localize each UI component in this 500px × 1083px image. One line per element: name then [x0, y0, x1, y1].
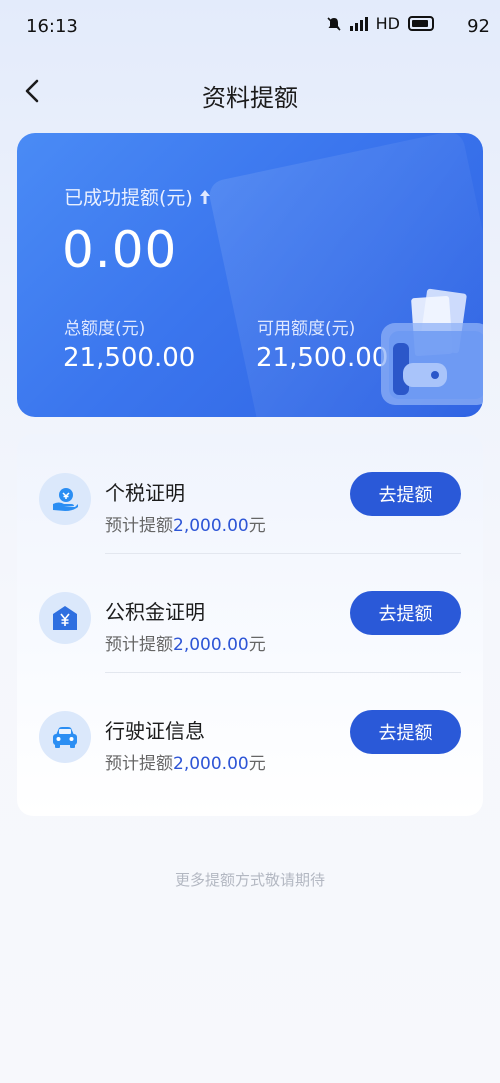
battery-icon — [408, 16, 434, 31]
estimate-unit: 元 — [248, 754, 266, 774]
signal-icon — [349, 16, 368, 31]
battery-level: 92 — [467, 16, 490, 37]
item-title: 行驶证信息 — [105, 719, 205, 743]
item-estimate: 预计提额2,000.00元 — [105, 630, 266, 655]
estimate-unit: 元 — [248, 516, 266, 536]
page-title: 资料提额 — [202, 84, 298, 112]
estimate-amount: 2,000.00 — [173, 635, 249, 655]
success-label-row: 已成功提额(元) — [64, 183, 211, 210]
status-icons: HD 92 — [326, 14, 490, 37]
success-label: 已成功提额(元) — [64, 187, 193, 209]
network-label: HD — [375, 14, 400, 33]
estimate-unit: 元 — [248, 635, 266, 655]
upgrade-options-list: 个税证明 预计提额2,000.00元 去提额 公积金证明 预计提额2,000.0… — [17, 434, 483, 816]
item-title: 个税证明 — [105, 481, 185, 505]
tax-upgrade-button[interactable]: 去提额 — [350, 472, 461, 516]
nav-bar: 资料提额 — [0, 62, 500, 122]
list-item-housing-fund: 公积金证明 预计提额2,000.00元 去提额 — [17, 553, 483, 672]
housing-fund-icon — [39, 592, 91, 644]
item-estimate: 预计提额2,000.00元 — [105, 749, 266, 774]
estimate-label: 预计提额 — [105, 754, 173, 774]
driving-license-upgrade-button[interactable]: 去提额 — [350, 710, 461, 754]
total-limit-label: 总额度(元) — [64, 319, 146, 339]
tax-icon — [39, 473, 91, 525]
success-amount: 0.00 — [62, 221, 178, 279]
total-limit-value: 21,500.00 — [63, 343, 196, 373]
item-estimate: 预计提额2,000.00元 — [105, 511, 266, 536]
item-title: 公积金证明 — [105, 600, 205, 624]
available-limit-value: 21,500.00 — [256, 343, 389, 373]
available-limit-label: 可用额度(元) — [257, 319, 356, 339]
estimate-amount: 2,000.00 — [173, 516, 249, 536]
estimate-amount: 2,000.00 — [173, 754, 249, 774]
wallet-illustration-icon — [381, 288, 483, 405]
estimate-label: 预计提额 — [105, 516, 173, 536]
status-bar: 16:13 HD 92 — [0, 0, 500, 54]
mute-bell-icon — [327, 16, 341, 31]
housing-fund-upgrade-button[interactable]: 去提额 — [350, 591, 461, 635]
estimate-label: 预计提额 — [105, 635, 173, 655]
list-item-tax: 个税证明 预计提额2,000.00元 去提额 — [17, 434, 483, 553]
status-time: 16:13 — [26, 16, 78, 37]
footer-note: 更多提额方式敬请期待 — [174, 871, 325, 889]
list-item-driving-license: 行驶证信息 预计提额2,000.00元 去提额 — [17, 672, 483, 791]
credit-summary-card: 已成功提额(元) 0.00 总额度(元) 21,500.00 可用额度(元) 2… — [17, 133, 483, 417]
up-arrow-icon — [199, 189, 210, 204]
car-icon — [39, 711, 91, 763]
